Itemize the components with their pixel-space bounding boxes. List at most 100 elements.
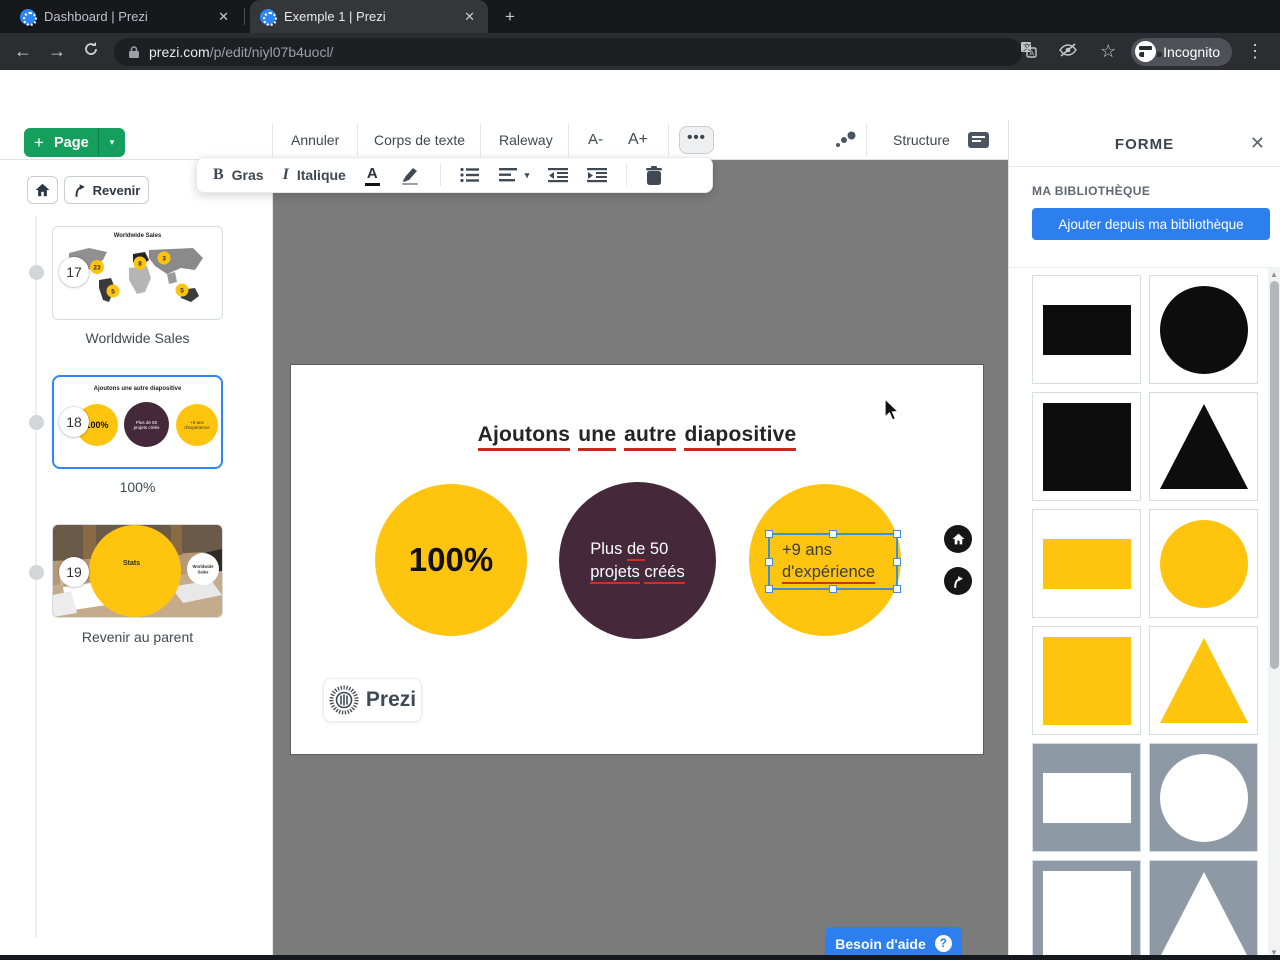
back-icon[interactable]: ← [6, 41, 40, 62]
home-icon [35, 183, 50, 197]
slide-caption: 100% [119, 479, 156, 495]
svg-text:5: 5 [180, 287, 184, 294]
more-options-button[interactable]: ••• [679, 126, 714, 154]
tab-title: Exemple 1 | Prezi [284, 9, 386, 24]
resize-handle-nw[interactable] [765, 530, 773, 538]
align-button[interactable]: ▾ [498, 168, 530, 182]
app-header: Exemple 1 Style + Insérer Partager [0, 70, 1280, 182]
shape-tile-circle[interactable] [1149, 509, 1258, 618]
circle-projects[interactable]: Plus de 50 projets créés [559, 482, 716, 639]
library-label: MA BIBLIOTHÈQUE [1032, 184, 1151, 198]
shape-tile-square[interactable] [1032, 626, 1141, 735]
svg-text:Stats: Stats [123, 560, 140, 567]
return-arrow-icon [75, 184, 85, 197]
home-button[interactable] [27, 176, 58, 204]
shapes-panel: FORME ✕ MA BIBLIOTHÈQUE Ajouter depuis m… [1008, 120, 1280, 960]
question-icon: ? [934, 935, 952, 952]
tab-close-icon[interactable]: ✕ [461, 9, 478, 25]
svg-text:Sales: Sales [198, 570, 210, 575]
shape-tile-square[interactable] [1032, 860, 1141, 960]
resize-handle-s[interactable] [829, 585, 837, 593]
scroll-up-icon[interactable]: ▲ [1268, 270, 1280, 279]
shape-tile-triangle[interactable] [1149, 860, 1258, 960]
font-decrease-button[interactable]: A- [588, 120, 603, 159]
circle-shape [1159, 285, 1248, 374]
shape-tile-triangle[interactable] [1149, 392, 1258, 501]
shape-tile-circle[interactable] [1149, 743, 1258, 852]
tab-title: Dashboard | Prezi [44, 9, 148, 24]
tab-close-icon[interactable]: ✕ [215, 9, 232, 25]
resize-handle-sw[interactable] [765, 585, 773, 593]
screen-edge [0, 955, 1280, 960]
tab-dashboard[interactable]: Dashboard | Prezi ✕ [10, 0, 242, 33]
highlighter-button[interactable] [399, 165, 421, 185]
text-style-button[interactable]: Corps de texte [374, 120, 465, 159]
reload-icon[interactable] [74, 41, 108, 62]
bold-icon: B [213, 166, 224, 183]
font-increase-button[interactable]: A+ [628, 120, 648, 159]
text-format-bar: B Gras I Italique A ▾ [196, 157, 713, 193]
outdent-button[interactable] [548, 167, 569, 183]
shape-tile-circle[interactable] [1149, 275, 1258, 384]
tab-exemple1[interactable]: Exemple 1 | Prezi ✕ [250, 0, 488, 33]
font-family-button[interactable]: Raleway [499, 120, 553, 159]
shape-tile-rectangle[interactable] [1032, 743, 1141, 852]
return-arrow-icon [954, 575, 963, 588]
undo-button[interactable]: Annuler [291, 120, 339, 159]
svg-text:A: A [1029, 50, 1034, 57]
caret-down-icon: ▾ [524, 169, 530, 180]
editor-canvas[interactable]: Ajoutons une autre diapositive 100% Plus de… [273, 160, 1008, 960]
thumb-circle-projects: Plus de 50 projets créés [124, 402, 169, 447]
slide-number-badge: 17 [59, 257, 89, 287]
circle-shape [1159, 753, 1248, 842]
eye-off-icon[interactable] [1051, 41, 1085, 62]
resize-handle-se[interactable] [893, 585, 901, 593]
slide-home-button[interactable] [944, 525, 972, 553]
close-panel-icon[interactable]: ✕ [1250, 133, 1265, 154]
add-from-library-button[interactable]: Ajouter depuis ma bibliothèque [1032, 208, 1270, 240]
back-to-parent-button[interactable]: Revenir [64, 176, 149, 204]
structure-icon[interactable] [968, 132, 989, 148]
triangle-shape [1159, 872, 1248, 957]
thumb-circle-experience: +9 ans d'expérience [176, 404, 218, 446]
shape-tile-rectangle[interactable] [1032, 275, 1141, 384]
italic-icon: I [282, 166, 289, 183]
home-icon [952, 533, 964, 545]
incognito-icon [1135, 41, 1163, 62]
scrollbar-thumb[interactable] [1269, 281, 1279, 669]
tab-divider [244, 8, 245, 25]
shape-tile-triangle[interactable] [1149, 626, 1258, 735]
structure-button[interactable]: Structure [893, 120, 950, 159]
circle-100-percent[interactable]: 100% [375, 484, 527, 636]
slide-title[interactable]: Ajoutons une autre diapositive [291, 423, 983, 451]
shape-tile-rectangle[interactable] [1032, 509, 1141, 618]
page-dropdown-icon[interactable]: ▾ [98, 128, 125, 157]
circle-shape [1159, 519, 1248, 608]
bookmark-star-icon[interactable]: ☆ [1091, 41, 1125, 62]
current-slide[interactable]: Ajoutons une autre diapositive 100% Plus de… [290, 364, 984, 755]
resize-handle-n[interactable] [829, 530, 837, 538]
address-bar[interactable]: prezi.com/p/edit/niyl07b4uocl/ [114, 38, 1022, 66]
svg-text:3: 3 [162, 255, 166, 262]
shape-tile-square[interactable] [1032, 392, 1141, 501]
text-color-button[interactable]: A [364, 165, 380, 186]
browser-menu-icon[interactable]: ⋮ [1238, 41, 1272, 62]
bold-button[interactable]: B Gras [213, 166, 264, 184]
indent-button[interactable] [587, 167, 608, 183]
resize-handle-w[interactable] [765, 558, 773, 566]
forward-icon[interactable]: → [40, 41, 74, 62]
italic-button[interactable]: I Italique [283, 166, 346, 184]
panel-scrollbar[interactable]: ▲ ▼ [1268, 267, 1280, 960]
add-page-button[interactable]: + Page ▾ [24, 128, 125, 157]
translate-icon[interactable]: 文A [1011, 41, 1045, 63]
slide-back-button[interactable] [944, 567, 972, 595]
mouse-cursor [884, 398, 900, 421]
selected-text-box[interactable]: +9 ans d'expérience [765, 530, 901, 593]
animation-icon[interactable] [834, 131, 858, 149]
delete-button[interactable] [646, 165, 663, 185]
browser-navbar: ← → prezi.com/p/edit/niyl07b4uocl/ 文A ☆ … [0, 33, 1280, 70]
resize-handle-e[interactable] [893, 558, 901, 566]
bullet-list-button[interactable] [460, 167, 480, 183]
resize-handle-ne[interactable] [893, 530, 901, 538]
new-tab-button[interactable]: + [498, 5, 522, 29]
